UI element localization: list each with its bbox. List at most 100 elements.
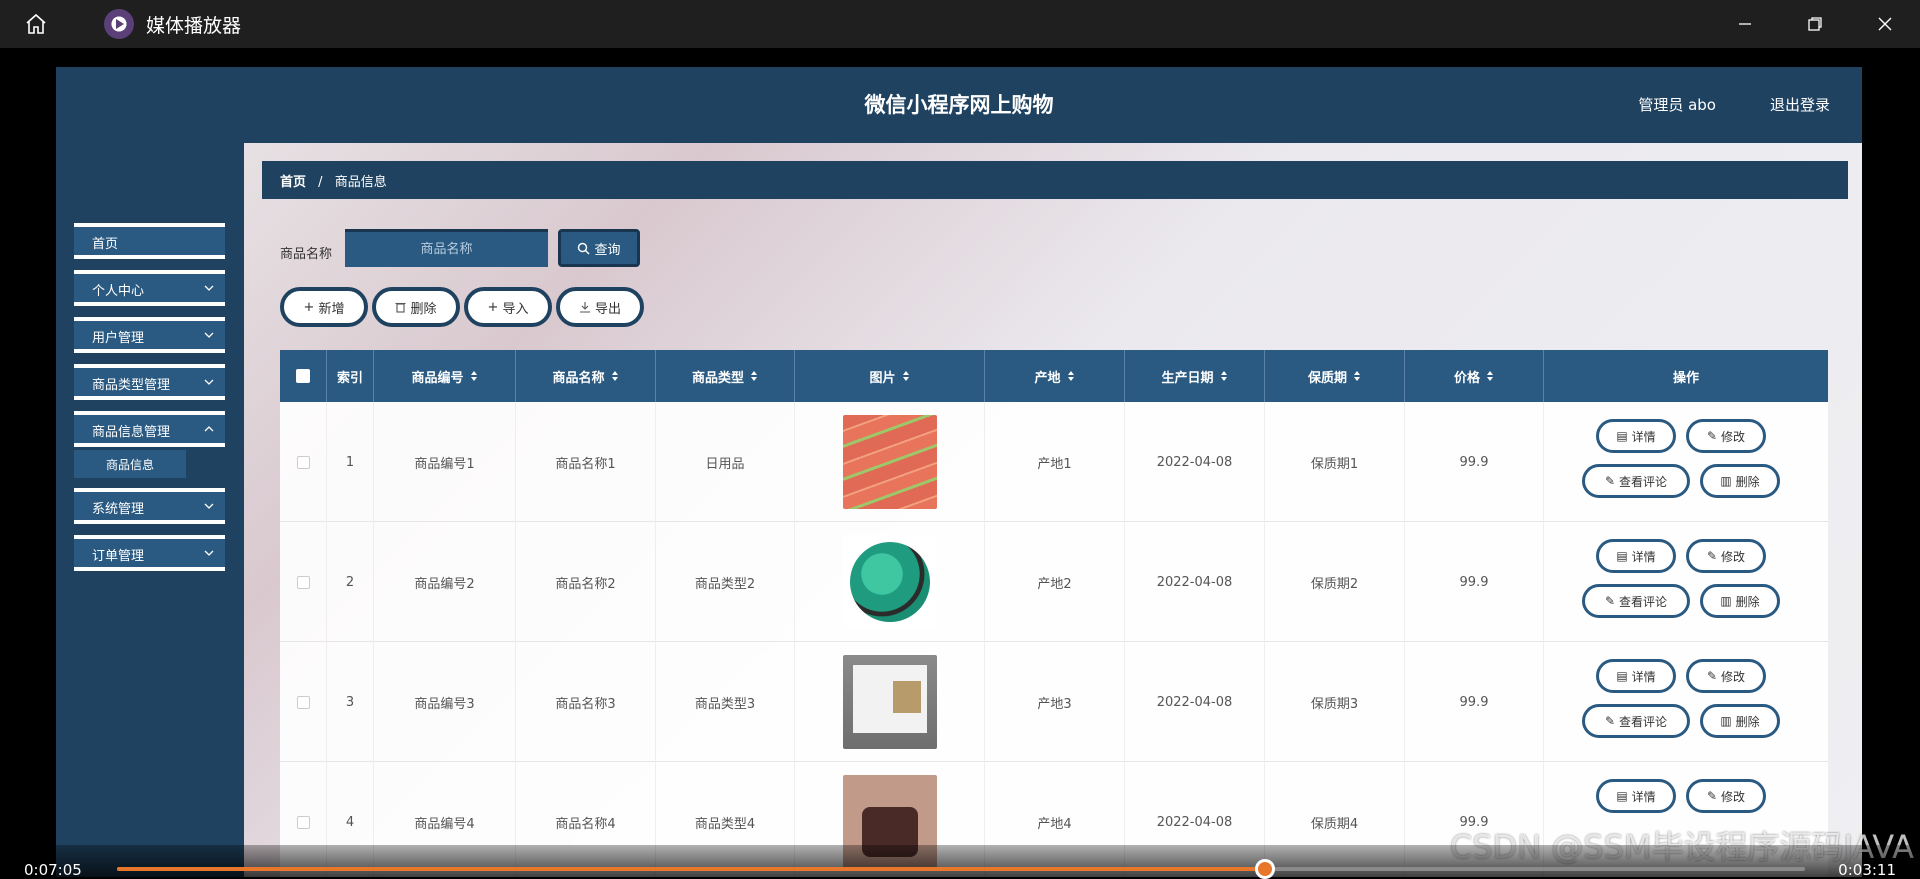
detail-button[interactable]: ▤ 详情	[1596, 659, 1676, 693]
seek-bar[interactable]	[117, 859, 1805, 879]
restore-button[interactable]	[1780, 0, 1850, 48]
add-button[interactable]: + 新增	[280, 287, 368, 327]
football-photo[interactable]	[842, 535, 937, 629]
sidebar-item-product-info-management[interactable]: 商品信息管理	[74, 411, 225, 447]
col-date[interactable]: 生产日期	[1125, 350, 1265, 402]
document-icon: ▤	[1616, 789, 1628, 803]
col-image[interactable]: 图片	[795, 350, 985, 402]
row-checkbox[interactable]	[280, 642, 327, 762]
sidebar: 首页 个人中心 用户管理 商品类型管理 商品信息管理 商品信息 系统管理 订单管…	[56, 143, 244, 877]
cell-shelf-life: 保质期3	[1265, 642, 1405, 762]
sidebar-item-home[interactable]: 首页	[74, 223, 225, 259]
col-type[interactable]: 商品类型	[656, 350, 795, 402]
cell-price: 99.9	[1405, 522, 1544, 642]
video-frame: 微信小程序网上购物 管理员 abo 退出登录 首页 个人中心 用户管理 商品类型…	[56, 67, 1862, 877]
delete-button-label: 删除	[410, 301, 437, 317]
view-comments-button[interactable]: ✎ 查看评论	[1582, 704, 1690, 738]
trash-icon: ▥	[1720, 474, 1732, 488]
table-row: 2 商品编号2 商品名称2 商品类型2 产地2 2022-04-08 保质期2 …	[280, 522, 1828, 642]
import-button[interactable]: + 导入	[464, 287, 552, 327]
remaining-time: 0:03:11	[1838, 861, 1896, 879]
col-shelf-life[interactable]: 保质期	[1265, 350, 1405, 402]
search-input[interactable]	[345, 229, 548, 267]
main-content: 首页 / 商品信息 商品名称 查询 + 新增 删除 + 导入 导出	[244, 143, 1862, 877]
col-name[interactable]: 商品名称	[516, 350, 656, 402]
sidebar-item-personal-center[interactable]: 个人中心	[74, 270, 225, 306]
cell-index: 2	[327, 522, 374, 642]
sort-icon	[1067, 371, 1074, 381]
export-button[interactable]: 导出	[556, 287, 644, 327]
cell-shelf-life: 保质期2	[1265, 522, 1405, 642]
cell-code: 商品编号2	[374, 522, 516, 642]
sausage-photo[interactable]	[842, 415, 937, 509]
delete-button[interactable]: ▥ 删除	[1700, 584, 1780, 618]
sidebar-item-label: 订单管理	[92, 549, 145, 564]
delete-button[interactable]: ▥ 删除	[1700, 704, 1780, 738]
view-comments-button[interactable]: ✎ 查看评论	[1582, 584, 1690, 618]
sidebar-item-product-type-management[interactable]: 商品类型管理	[74, 364, 225, 400]
pencil-icon: ✎	[1604, 594, 1616, 608]
sort-icon	[611, 371, 618, 381]
home-icon[interactable]	[18, 6, 54, 42]
view-comments-button[interactable]: ✎ 查看评论	[1582, 464, 1690, 498]
detail-button[interactable]: ▤ 详情	[1596, 419, 1676, 453]
edit-button[interactable]: ✎ 修改	[1686, 659, 1766, 693]
col-origin[interactable]: 产地	[985, 350, 1125, 402]
search-button-label: 查询	[594, 242, 621, 258]
col-actions: 操作	[1672, 370, 1699, 386]
cell-price: 99.9	[1405, 642, 1544, 762]
search-icon	[578, 242, 590, 254]
col-code[interactable]: 商品编号	[374, 350, 516, 402]
edit-button[interactable]: ✎ 修改	[1686, 539, 1766, 573]
breadcrumb-current: 商品信息	[334, 175, 387, 190]
app-title: 微信小程序网上购物	[864, 93, 1054, 117]
logout-link[interactable]: 退出登录	[1770, 94, 1830, 115]
export-button-label: 导出	[594, 301, 621, 317]
pencil-icon: ✎	[1706, 789, 1718, 803]
cell-type: 商品类型3	[656, 642, 795, 762]
sort-icon	[1487, 371, 1493, 381]
bulk-delete-button[interactable]: 删除	[372, 287, 460, 327]
admin-user-label: 管理员 abo	[1638, 96, 1716, 114]
cell-image	[795, 522, 985, 642]
media-player-icon	[104, 9, 134, 39]
book-photo[interactable]	[842, 655, 937, 749]
chevron-down-icon	[204, 285, 214, 291]
edit-button[interactable]: ✎ 修改	[1686, 419, 1766, 453]
sidebar-item-label: 系统管理	[92, 502, 145, 517]
sort-icon	[1220, 371, 1227, 381]
pencil-icon: ✎	[1706, 429, 1718, 443]
detail-button[interactable]: ▤ 详情	[1596, 539, 1676, 573]
breadcrumb-separator: /	[318, 175, 323, 190]
detail-button[interactable]: ▤ 详情	[1596, 779, 1676, 813]
edit-button[interactable]: ✎ 修改	[1686, 779, 1766, 813]
close-button[interactable]	[1850, 0, 1920, 48]
sidebar-item-label: 用户管理	[92, 331, 145, 346]
seek-handle[interactable]	[1254, 859, 1275, 879]
delete-button[interactable]: ▥ 删除	[1700, 464, 1780, 498]
cell-date: 2022-04-08	[1125, 642, 1265, 762]
pencil-icon: ✎	[1706, 549, 1718, 563]
cell-code: 商品编号1	[374, 402, 516, 522]
minimize-button[interactable]	[1710, 0, 1780, 48]
chevron-down-icon	[204, 379, 214, 385]
breadcrumb: 首页 / 商品信息	[262, 161, 1848, 199]
pencil-icon: ✎	[1706, 669, 1718, 683]
cell-date: 2022-04-08	[1125, 522, 1265, 642]
sidebar-item-label: 商品类型管理	[92, 378, 171, 393]
sidebar-item-order-management[interactable]: 订单管理	[74, 535, 225, 571]
sidebar-item-user-management[interactable]: 用户管理	[74, 317, 225, 353]
row-checkbox[interactable]	[280, 522, 327, 642]
breadcrumb-home[interactable]: 首页	[280, 175, 306, 190]
table-row: 3 商品编号3 商品名称3 商品类型3 产地3 2022-04-08 保质期3 …	[280, 642, 1828, 762]
select-all-checkbox[interactable]	[280, 350, 327, 402]
sidebar-subitem-product-info[interactable]: 商品信息	[74, 450, 186, 478]
row-checkbox[interactable]	[280, 402, 327, 522]
chevron-down-icon	[204, 332, 214, 338]
seek-bar-progress	[117, 867, 1265, 871]
pencil-icon: ✎	[1604, 474, 1616, 488]
col-price[interactable]: 价格	[1405, 350, 1544, 402]
sidebar-item-system-management[interactable]: 系统管理	[74, 488, 225, 524]
search-button[interactable]: 查询	[558, 229, 640, 267]
current-time: 0:07:05	[24, 861, 82, 879]
